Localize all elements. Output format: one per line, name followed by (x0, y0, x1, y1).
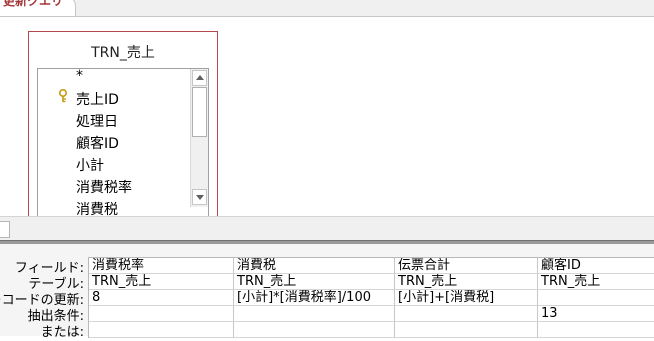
field-item-process-date[interactable]: 処理日 (76, 111, 118, 131)
grid-cell-update-to[interactable]: 8 (89, 290, 234, 306)
scroll-down-button[interactable] (192, 189, 207, 205)
field-item-tax-rate[interactable]: 消費税率 (76, 177, 132, 197)
grid-cell-table[interactable]: TRN_売上 (538, 274, 654, 290)
row-label-table: テーブル: (28, 277, 84, 292)
chevron-up-icon (196, 75, 204, 80)
grid-cell-field[interactable]: 消費税 (234, 258, 395, 274)
field-item-sales-id[interactable]: 売上ID (76, 89, 119, 109)
scroll-up-button[interactable] (192, 70, 207, 86)
grid-cell-field[interactable]: 顧客ID (538, 258, 654, 274)
scroll-left-button[interactable] (0, 221, 10, 238)
key-icon (58, 88, 68, 103)
grid-cell-criteria[interactable] (395, 306, 538, 322)
row-label-field: フィールド: (14, 261, 84, 276)
query-design-pane[interactable]: TRN_売上 * 売上ID 処理日 顧客ID 小計 消費税率 消費税 (0, 17, 654, 223)
grid-cell-table[interactable]: TRN_売上 (395, 274, 538, 290)
design-grid[interactable]: 消費税率 TRN_売上 8 消費税 TRN_売上 [小計]*[消費税率]/100… (88, 257, 654, 338)
grid-cell-table[interactable]: TRN_売上 (89, 274, 234, 290)
field-item-subtotal[interactable]: 小計 (76, 155, 104, 175)
grid-cell-field[interactable]: 消費税率 (89, 258, 234, 274)
chevron-down-icon (196, 195, 204, 200)
field-list[interactable]: * 売上ID 処理日 顧客ID 小計 消費税率 消費税 (37, 68, 209, 222)
grid-cell-update-to[interactable] (538, 290, 654, 306)
grid-cell-update-to[interactable]: [小計]+[消費税] (395, 290, 538, 306)
row-label-or: または: (40, 325, 84, 340)
query-tab[interactable]: 更新クエリ (0, 0, 76, 16)
grid-cell-field[interactable]: 伝票合計 (395, 258, 538, 274)
field-item-all[interactable]: * (76, 69, 83, 84)
design-grid-area: フィールド: テーブル: レコードの更新: 抽出条件: または: 消費税率 TR… (0, 244, 654, 340)
document-tab-strip: 更新クエリ (0, 0, 654, 17)
field-list-scrollbar[interactable] (190, 69, 208, 207)
grid-cell-criteria[interactable] (89, 306, 234, 322)
table-title[interactable]: TRN_売上 (29, 42, 217, 62)
field-item-customer-id[interactable]: 顧客ID (76, 133, 119, 153)
grid-cell-criteria[interactable]: 13 (538, 306, 654, 322)
grid-cell-criteria[interactable] (234, 306, 395, 322)
table-field-list-window[interactable]: TRN_売上 * 売上ID 処理日 顧客ID 小計 消費税率 消費税 (28, 31, 218, 223)
query-tab-label: 更新クエリ (3, 0, 64, 8)
row-label-criteria: 抽出条件: (27, 309, 84, 324)
row-label-update-to: レコードの更新: (0, 293, 84, 308)
design-pane-horizontal-scrollbar[interactable] (0, 216, 654, 241)
grid-cell-table[interactable]: TRN_売上 (234, 274, 395, 290)
grid-cell-update-to[interactable]: [小計]*[消費税率]/100 (234, 290, 395, 306)
scroll-thumb[interactable] (192, 87, 207, 137)
